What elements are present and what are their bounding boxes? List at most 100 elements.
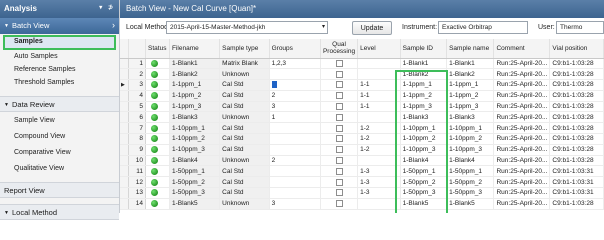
sample-type-cell[interactable]: Unknown	[219, 111, 270, 124]
sidebar-item-sample-view[interactable]: Sample View	[0, 115, 119, 128]
sidebar-group-local-method[interactable]: ▼ Local Method	[0, 204, 119, 220]
header-groups[interactable]: Groups	[269, 39, 321, 59]
qual-processing-checkbox[interactable]	[320, 122, 359, 135]
level-cell[interactable]	[357, 111, 401, 124]
sample-name-cell[interactable]: 1-Blank4	[446, 155, 495, 167]
table-row[interactable]: ▶31-1ppm_1Cal Std11-11-1ppm_11-1ppm_1Run…	[120, 79, 604, 91]
sample-type-cell[interactable]: Cal Std	[219, 133, 270, 145]
sample-type-cell[interactable]: Cal Std	[219, 90, 270, 102]
table-row[interactable]: 2 1-Blank2 Unknown 1-Blank2 1-Blank2 Run:25-A…	[120, 68, 604, 81]
groups-cell[interactable]	[269, 68, 321, 81]
header-status[interactable]: Status	[145, 39, 170, 59]
groups-cell[interactable]	[269, 122, 321, 135]
sample-id-cell[interactable]: 1-1ppm_2	[400, 90, 448, 102]
groups-cell[interactable]	[269, 133, 321, 145]
sidebar-item-auto-samples[interactable]: Auto Samples	[0, 51, 119, 64]
comment-cell[interactable]: Run:25-April-20...	[493, 90, 551, 102]
table-row[interactable]: 1 1-Blank1 Matrix Blank 1,2,3 1-Blank1 1-Blan…	[120, 58, 604, 70]
dropdown-arrow-icon[interactable]: ▾	[322, 23, 325, 30]
groups-cell[interactable]: 2	[269, 155, 321, 167]
sidebar-item-compound-view[interactable]: Compound View	[0, 131, 119, 144]
table-row[interactable]: 14 1-Blank5 Unknown 3 1-Blank5 1-Blank5 Run:25…	[120, 198, 604, 210]
sample-name-cell[interactable]: 1-Blank2	[446, 68, 495, 81]
qual-processing-checkbox[interactable]	[320, 155, 359, 167]
sample-name-cell[interactable]: 1-50ppm_2	[446, 176, 495, 189]
groups-cell[interactable]	[269, 144, 321, 156]
comment-cell[interactable]: Run:25-April-20...	[493, 58, 551, 70]
qual-processing-checkbox[interactable]	[320, 79, 359, 91]
sample-type-cell[interactable]: Cal Std	[219, 122, 270, 135]
sample-id-cell[interactable]: 1-1ppm_3	[400, 101, 448, 113]
header-comment[interactable]: Comment	[493, 39, 551, 59]
qual-processing-checkbox[interactable]	[320, 165, 359, 178]
comment-cell[interactable]: Run:25-April-20...	[493, 122, 551, 135]
checkbox[interactable]	[335, 167, 343, 175]
header-level[interactable]: Level	[357, 39, 401, 59]
level-cell[interactable]	[357, 58, 401, 70]
sidebar-item-qualitative-view[interactable]: Qualitative View	[0, 163, 119, 176]
table-row[interactable]: 12 1-50ppm_2 Cal Std 1-3 1-50ppm_2 1-50ppm_2 R…	[120, 176, 604, 189]
level-cell[interactable]: 1-3	[357, 176, 401, 189]
table-row[interactable]: 13 1-50ppm_3 Cal Std 1-3 1-50ppm_3 1-50ppm_3 R…	[120, 187, 604, 199]
table-row[interactable]: 5 1-1ppm_3 Cal Std 3 1-1 1-1ppm_3 1-1ppm_3 Run:…	[120, 101, 604, 113]
sample-name-cell[interactable]: 1-Blank1	[446, 58, 495, 70]
comment-cell[interactable]: Run:25-April-20...	[493, 133, 551, 145]
sample-name-cell[interactable]: 1-1ppm_1	[446, 79, 495, 91]
header-vial-position[interactable]: Vial position	[549, 39, 604, 59]
checkbox[interactable]	[335, 135, 343, 143]
comment-cell[interactable]: Run:25-April-20...	[493, 187, 551, 199]
groups-cell[interactable]	[269, 187, 321, 199]
sample-id-cell[interactable]: 1-10ppm_2	[400, 133, 448, 145]
sample-type-cell[interactable]: Cal Std	[219, 187, 270, 199]
sample-id-cell[interactable]: 1-Blank4	[400, 155, 448, 167]
sidebar-item-reference-samples[interactable]: Reference Samples	[0, 64, 119, 77]
table-row[interactable]: 4 1-1ppm_2 Cal Std 2 1-1 1-1ppm_2 1-1ppm_2 Run:…	[120, 90, 604, 102]
checkbox[interactable]	[335, 92, 343, 100]
pin-icon[interactable]: ▾ ⊅	[99, 4, 115, 11]
header-qual-processing[interactable]: Qual Processing	[320, 39, 359, 59]
update-button[interactable]: Update	[352, 21, 392, 35]
qual-processing-checkbox[interactable]	[320, 144, 359, 156]
sample-type-cell[interactable]: Cal Std	[219, 101, 270, 113]
level-cell[interactable]: 1-3	[357, 165, 401, 178]
sample-name-cell[interactable]: 1-10ppm_3	[446, 144, 495, 156]
level-cell[interactable]: 1-1	[357, 90, 401, 102]
header-sample-name[interactable]: Sample name	[446, 39, 495, 59]
level-cell[interactable]: 1-2	[357, 122, 401, 135]
sample-id-cell[interactable]: 1-10ppm_3	[400, 144, 448, 156]
header-sample-id[interactable]: Sample ID	[400, 39, 448, 59]
qual-processing-checkbox[interactable]	[320, 68, 359, 81]
sidebar-item-threshold-samples[interactable]: Threshold Samples	[0, 77, 119, 90]
sidebar-group-data-review[interactable]: ▼ Data Review	[0, 96, 119, 112]
groups-cell[interactable]: 3	[269, 101, 321, 113]
sidebar-group-batch-view[interactable]: ▼ Batch View ›	[0, 18, 119, 34]
level-cell[interactable]	[357, 198, 401, 210]
qual-processing-checkbox[interactable]	[320, 101, 359, 113]
sample-name-cell[interactable]: 1-Blank5	[446, 198, 495, 210]
user-field[interactable]: Thermo	[556, 21, 604, 34]
checkbox[interactable]	[335, 189, 343, 197]
checkbox[interactable]	[335, 124, 343, 132]
sample-name-cell[interactable]: 1-10ppm_1	[446, 122, 495, 135]
sidebar-item-samples[interactable]: Samples	[3, 35, 116, 50]
checkbox[interactable]	[335, 113, 343, 121]
qual-processing-checkbox[interactable]	[320, 187, 359, 199]
sample-id-cell[interactable]: 1-1ppm_1	[400, 79, 448, 91]
checkbox[interactable]	[335, 200, 343, 208]
sample-id-cell[interactable]: 1-50ppm_1	[400, 165, 448, 178]
level-cell[interactable]	[357, 155, 401, 167]
comment-cell[interactable]: Run:25-April-20...	[493, 198, 551, 210]
table-row[interactable]: 10 1-Blank4 Unknown 2 1-Blank4 1-Blank4 Run:25…	[120, 155, 604, 167]
table-row[interactable]: 7 1-10ppm_1 Cal Std 1-2 1-10ppm_1 1-10ppm_1 Ru…	[120, 122, 604, 135]
qual-processing-checkbox[interactable]	[320, 58, 359, 70]
sample-name-cell[interactable]: 1-50ppm_1	[446, 165, 495, 178]
checkbox[interactable]	[335, 178, 343, 186]
level-cell[interactable]: 1-1	[357, 101, 401, 113]
sample-type-cell[interactable]: Unknown	[219, 198, 270, 210]
level-cell[interactable]: 1-2	[357, 144, 401, 156]
level-cell[interactable]: 1-3	[357, 187, 401, 199]
groups-cell[interactable]: 1,2,3	[269, 58, 321, 70]
sample-type-cell[interactable]: Cal Std	[219, 144, 270, 156]
comment-cell[interactable]: Run:25-April-20...	[493, 144, 551, 156]
chevron-right-icon[interactable]: ›	[112, 20, 115, 30]
